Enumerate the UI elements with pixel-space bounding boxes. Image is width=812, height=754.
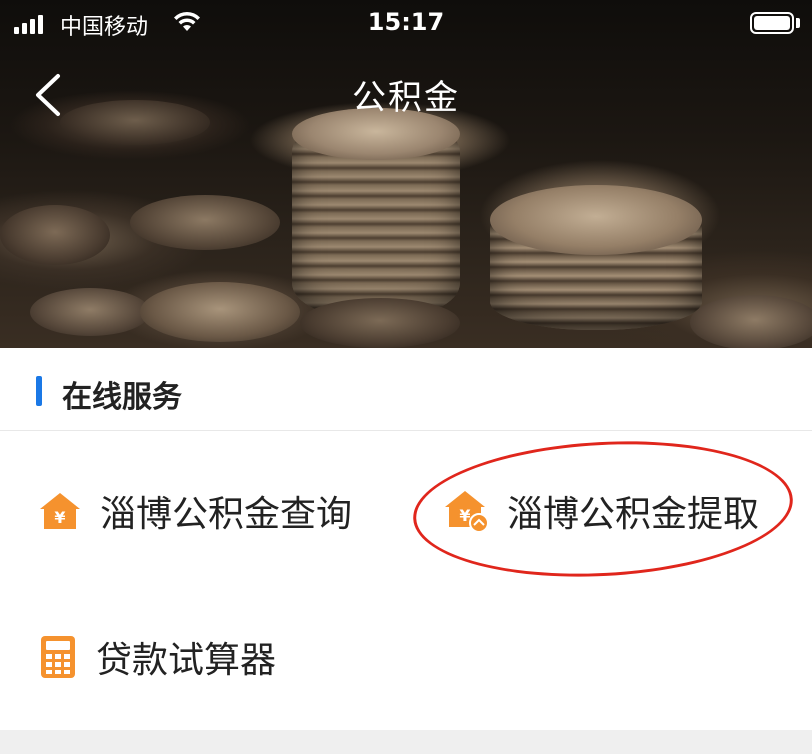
coin-image (300, 298, 460, 348)
service-item-query[interactable]: ¥ 淄博公积金查询 (38, 485, 352, 537)
service-label: 贷款试算器 (96, 640, 277, 681)
clock: 15:17 (367, 8, 445, 36)
service-item-loan-calculator[interactable]: 贷款试算器 (38, 631, 276, 683)
section-title: 在线服务 (62, 380, 182, 415)
status-bar: 中国移动 15:17 (0, 0, 812, 50)
svg-text:¥: ¥ (54, 508, 65, 527)
calculator-icon (41, 636, 75, 678)
section-accent-bar (36, 376, 42, 406)
page-title: 公积金 (352, 78, 460, 118)
svg-text:¥: ¥ (459, 506, 470, 525)
service-item-withdraw[interactable]: ¥ 淄博公积金提取 (445, 485, 759, 537)
house-yuan-icon: ¥ (40, 493, 80, 529)
battery-tip (796, 18, 800, 28)
battery-icon (750, 12, 794, 34)
section-header: 在线服务 (0, 348, 812, 431)
coin-image (0, 205, 110, 265)
coin-image (130, 195, 280, 250)
footer-divider (0, 730, 812, 754)
service-label: 淄博公积金查询 (100, 494, 353, 535)
service-label: 淄博公积金提取 (507, 494, 760, 535)
coin-image (30, 288, 150, 336)
coin-image (490, 185, 702, 255)
house-yuan-withdraw-icon: ¥ (445, 491, 489, 533)
services-panel: ¥ 淄博公积金查询 ¥ 淄博公积金提取 贷款试算器 (0, 431, 812, 730)
coin-image (690, 295, 812, 348)
coin-image (140, 282, 300, 342)
hero-banner (0, 0, 812, 348)
